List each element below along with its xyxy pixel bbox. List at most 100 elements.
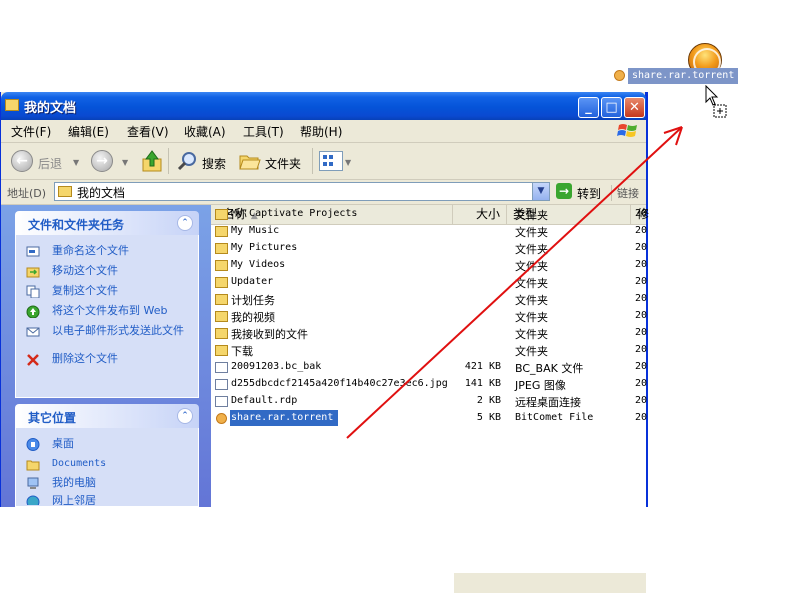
forward-button[interactable]: → <box>91 150 113 172</box>
close-button[interactable]: ✕ <box>624 97 645 118</box>
folder-icon <box>215 226 228 237</box>
tasks-panel-body: 重命名这个文件 移动这个文件 复制这个文件 将这个文件发布到 Web 以电子邮件… <box>15 235 199 398</box>
menu-tools[interactable]: 工具(T) <box>243 123 284 140</box>
file-icon <box>215 362 228 373</box>
file-icon <box>215 379 228 390</box>
file-name: My Music <box>231 225 280 236</box>
menu-edit[interactable]: 编辑(E) <box>68 123 109 140</box>
back-button[interactable]: ← <box>11 150 33 172</box>
file-name: 我的视频 <box>231 311 275 324</box>
collapse-chevron-icon[interactable]: ⌃ <box>177 215 193 231</box>
folder-icon <box>58 186 72 197</box>
file-row[interactable]: 计划任务 文件夹 20 <box>211 291 648 308</box>
back-label: 后退 <box>38 157 63 171</box>
place-network[interactable]: 网上邻居 <box>26 495 196 505</box>
rename-icon <box>26 246 40 257</box>
file-type: 远程桌面连接 <box>515 396 581 409</box>
file-date: 20 <box>635 395 648 406</box>
maximize-button[interactable]: □ <box>601 97 622 118</box>
file-type: 文件夹 <box>515 209 548 222</box>
forward-dropdown-icon[interactable]: ▼ <box>122 158 128 167</box>
go-arrow-icon[interactable]: → <box>556 183 572 199</box>
tasks-panel-title: 文件和文件夹任务 <box>28 218 125 232</box>
file-type: 文件夹 <box>515 260 548 273</box>
links-toolbar[interactable]: 链接 <box>611 185 639 201</box>
address-value: 我的文档 <box>77 186 126 200</box>
folder-icon <box>26 460 40 471</box>
delete-icon <box>27 354 39 366</box>
toolbar-separator <box>168 148 169 174</box>
back-arrow-icon: ← <box>16 153 28 169</box>
minimize-button[interactable]: _ <box>578 97 599 118</box>
file-row-selected[interactable]: share.rar.torrent 5 KB BitComet File 20 <box>211 410 647 427</box>
file-type: 文件夹 <box>515 294 548 307</box>
file-date: 20 <box>635 293 648 304</box>
search-icon[interactable] <box>177 150 199 172</box>
file-row[interactable]: Updater 文件夹 20 <box>211 274 647 291</box>
folder-icon <box>215 243 228 254</box>
file-row[interactable]: My Music 文件夹 20 <box>211 223 648 240</box>
explorer-window: 我的文档 _ □ ✕ 文件(F) 编辑(E) 查看(V) 收藏(A) 工具(T)… <box>0 92 649 593</box>
file-name: My Pictures <box>231 242 298 253</box>
file-row[interactable]: My Videos 文件夹 20 <box>211 257 648 274</box>
address-dropdown-icon[interactable]: ▼ <box>532 183 549 200</box>
file-name: 我接收到的文件 <box>231 328 308 341</box>
file-date: 20 <box>635 310 648 321</box>
file-row[interactable]: 我接收到的文件 文件夹 20 <box>211 325 647 342</box>
file-size: 2 KB <box>476 395 501 406</box>
menu-file[interactable]: 文件(F) <box>11 123 51 140</box>
folder-icon <box>215 277 228 288</box>
torrent-file-icon <box>216 413 227 424</box>
file-row[interactable]: My Pictures 文件夹 20 <box>211 240 647 257</box>
file-name: d255dbcdcf2145a420f14b40c27e3ec6.jpg <box>231 378 448 389</box>
places-panel-title: 其它位置 <box>28 411 77 425</box>
back-dropdown-icon[interactable]: ▼ <box>73 158 79 167</box>
file-name: 下载 <box>231 345 253 358</box>
file-row[interactable]: d255dbcdcf2145a420f14b40c27e3ec6.jpg 141 … <box>211 376 647 393</box>
file-type: 文件夹 <box>515 277 548 290</box>
file-row[interactable]: 20091203.bc_bak 421 KB BC_BAK 文件 20 <box>211 359 647 376</box>
address-input[interactable]: 我的文档 ▼ <box>54 182 550 201</box>
menu-favorites[interactable]: 收藏(A) <box>184 123 226 140</box>
menu-view[interactable]: 查看(V) <box>127 123 169 140</box>
file-name: Default.rdp <box>231 395 298 406</box>
window-title: 我的文档 <box>24 101 77 116</box>
publish-web-icon <box>26 305 40 318</box>
move-icon <box>26 267 40 278</box>
tasks-panel-header[interactable]: 文件和文件夹任务 ⌃ <box>15 211 199 235</box>
folder-icon <box>215 209 228 220</box>
file-name: Updater <box>231 276 274 287</box>
toolbar: ← 后退 ▼ → ▼ 搜索 文件夹 ▼ <box>1 143 646 180</box>
file-name: share.rar.torrent <box>231 412 334 423</box>
file-type: 文件夹 <box>515 226 548 239</box>
file-size: 5 KB <box>476 412 501 423</box>
views-button[interactable] <box>319 151 343 171</box>
file-row[interactable]: My Captivate Projects 文件夹 20 <box>211 206 648 223</box>
title-bar[interactable]: 我的文档 _ □ ✕ <box>1 92 646 120</box>
collapse-chevron-icon[interactable]: ⌃ <box>177 408 193 424</box>
file-size: 141 KB <box>464 378 501 389</box>
views-dropdown-icon[interactable]: ▼ <box>345 158 351 167</box>
folders-button[interactable]: 文件夹 <box>265 155 301 172</box>
go-button[interactable]: 转到 <box>577 185 601 202</box>
desktop-icon <box>26 438 40 451</box>
places-panel-header[interactable]: 其它位置 ⌃ <box>15 404 199 428</box>
search-button[interactable]: 搜索 <box>202 155 226 172</box>
file-date: 20 <box>635 208 648 219</box>
address-label: 地址(D) <box>7 187 47 200</box>
drag-copy-cursor-icon <box>705 85 727 118</box>
folders-icon[interactable] <box>238 150 262 172</box>
forward-arrow-icon: → <box>96 153 108 169</box>
file-type: BC_BAK 文件 <box>515 362 584 375</box>
menu-bar: 文件(F) 编辑(E) 查看(V) 收藏(A) 工具(T) 帮助(H) <box>1 120 646 143</box>
file-row[interactable]: 我的视频 文件夹 20 <box>211 308 648 325</box>
folder-icon <box>215 328 228 339</box>
file-row[interactable]: 下载 文件夹 20 <box>211 342 647 359</box>
menu-help[interactable]: 帮助(H) <box>300 123 342 140</box>
file-name: My Videos <box>231 259 286 270</box>
file-date: 20 <box>635 225 648 236</box>
copy-icon <box>26 285 40 298</box>
file-date: 20 <box>635 259 648 270</box>
file-row[interactable]: Default.rdp 2 KB 远程桌面连接 20 <box>211 393 648 410</box>
up-folder-icon[interactable] <box>141 149 163 173</box>
